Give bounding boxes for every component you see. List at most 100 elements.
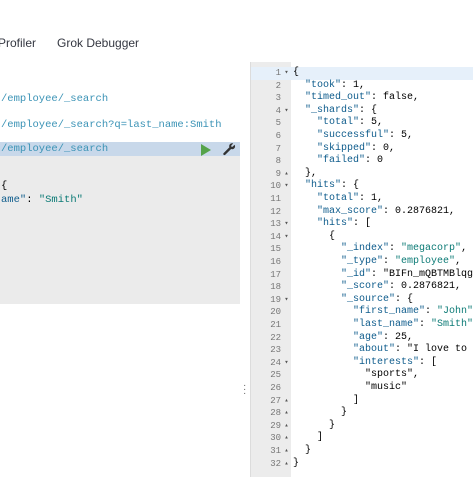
line-number: 12 [270, 206, 281, 217]
response-line: 11 "total": 1, [251, 193, 473, 206]
response-code-text: "hits": { [305, 180, 360, 192]
response-line: 1 ▾{ [251, 67, 473, 80]
response-code-text: "timed_out": false, [305, 92, 420, 104]
request-body-line-2: ame": "Smith" [1, 194, 83, 206]
selected-request-block [0, 142, 240, 304]
line-number: 25 [270, 370, 281, 381]
request-line-1[interactable]: /employee/_search [1, 93, 108, 105]
response-code-text: "sports", [293, 369, 420, 381]
response-code-text: "_shards": { [305, 104, 378, 116]
line-number: 2 [275, 80, 281, 91]
response-code-text: "music" [293, 382, 408, 393]
response-line: 31 ▴ } [251, 445, 473, 458]
drag-handle-icon[interactable]: · · · [243, 381, 246, 399]
response-code-text: "_id": "BIFn_mQBTMBlqg8 [341, 268, 473, 280]
fold-toggle-icon[interactable]: ▴ [282, 445, 291, 458]
fold-toggle-icon[interactable]: ▾ [282, 231, 291, 244]
response-code-text: "_score": 0.2876821, [341, 281, 462, 293]
line-number: 11 [270, 194, 281, 204]
line-number: 18 [270, 282, 281, 293]
response-line: 8 "failed": 0 [251, 155, 473, 168]
panel-divider[interactable] [240, 62, 250, 477]
fold-toggle-icon[interactable]: ▴ [282, 168, 291, 181]
fold-toggle-icon[interactable]: ▴ [282, 395, 291, 408]
body-colon: : [26, 194, 39, 206]
response-code-text: } [293, 407, 348, 419]
wrench-icon[interactable] [222, 142, 236, 156]
fold-toggle-icon[interactable]: ▴ [282, 432, 291, 445]
request-body-line-1: { [1, 180, 7, 192]
response-code-text: } [293, 457, 300, 469]
tab-grok-debugger[interactable]: Grok Debugger [57, 36, 139, 50]
fold-toggle-icon[interactable]: ▾ [282, 294, 291, 307]
line-number: 15 [270, 244, 281, 255]
request-line-2[interactable]: /employee/_search?q=last_name:Smith [1, 119, 222, 131]
line-number: 9 [275, 168, 281, 179]
response-code-text: "failed": 0 [317, 155, 384, 167]
response-line: 25 "sports", [251, 369, 473, 382]
line-number: 26 [270, 383, 281, 393]
response-line: 16 "_type": "employee", [251, 256, 473, 269]
response-code-text: } [293, 419, 336, 431]
body-key: ame" [1, 194, 27, 206]
line-number: 14 [270, 231, 281, 242]
fold-toggle-icon[interactable]: ▴ [282, 458, 291, 471]
response-code-text: "_type": "employee", [341, 256, 462, 267]
line-number: 8 [275, 156, 281, 167]
response-line: 29 ▴ } [251, 420, 473, 433]
line-number: 7 [275, 143, 281, 154]
line-number: 3 [275, 93, 281, 104]
response-line: 30 ▴ ] [251, 432, 473, 445]
response-code-text: "skipped": 0, [317, 142, 396, 154]
fold-toggle-icon[interactable]: ▾ [282, 105, 291, 118]
response-code-text: "took": 1, [305, 79, 366, 91]
response-code-text: "last_name": "Smith", [353, 319, 473, 330]
line-number: 16 [270, 257, 281, 267]
line-number: 32 [270, 458, 281, 469]
tab-profiler[interactable]: Profiler [0, 36, 36, 50]
request-line-3[interactable]: /employee/_search [1, 143, 108, 155]
fold-toggle-icon[interactable]: ▾ [282, 180, 291, 193]
body-value: "Smith" [38, 194, 83, 206]
line-number: 22 [270, 332, 281, 343]
response-line: 9 ▴ }, [251, 168, 473, 181]
line-number: 5 [275, 118, 281, 129]
response-line: 19 ▾ "_source": { [251, 294, 473, 307]
fold-toggle-icon[interactable]: ▾ [282, 218, 291, 231]
response-panel[interactable]: 1 ▾{2 "took": 1, 3 "timed_out": false, 4 ▾ "… [251, 62, 473, 477]
fold-toggle-icon[interactable]: ▾ [282, 357, 291, 370]
response-line: 7 "skipped": 0, [251, 143, 473, 156]
line-number: 23 [270, 345, 281, 356]
line-number: 29 [270, 420, 281, 431]
response-line: 13 ▾ "hits": [ [251, 218, 473, 231]
line-number: 10 [270, 181, 281, 192]
line-number: 13 [270, 219, 281, 230]
response-line: 27 ▴ ] [251, 395, 473, 408]
top-tab-bar: Profiler Grok Debugger [0, 0, 473, 63]
response-line: 3 "timed_out": false, [251, 92, 473, 105]
line-number: 27 [270, 395, 281, 406]
play-icon[interactable] [201, 144, 211, 156]
response-code-text: }, [293, 167, 318, 179]
response-line: 15 "_index": "megacorp", [251, 243, 473, 256]
fold-toggle-icon[interactable]: ▴ [282, 407, 291, 420]
line-number: 30 [270, 433, 281, 444]
line-number: 1 [275, 68, 281, 78]
response-code-text: "interests": [ [353, 356, 438, 368]
response-line: 18 "_score": 0.2876821, [251, 281, 473, 294]
response-code-text: "successful": 5, [317, 130, 414, 141]
response-line: 2 "took": 1, [251, 80, 473, 93]
response-line: 28 ▴ } [251, 407, 473, 420]
response-code-text: { [293, 230, 336, 242]
response-line: 24 ▾ "interests": [ [251, 357, 473, 370]
response-line: 12 "max_score": 0.2876821, [251, 206, 473, 219]
response-line: 14 ▾ { [251, 231, 473, 244]
request-editor-panel[interactable]: /employee/_search /employee/_search?q=la… [0, 62, 240, 477]
fold-toggle-icon[interactable]: ▾ [282, 67, 291, 80]
response-line: 21 "last_name": "Smith", [251, 319, 473, 332]
fold-toggle-icon[interactable]: ▴ [282, 420, 291, 433]
response-code-text: "_index": "megacorp", [341, 243, 468, 255]
response-code-text: ] [293, 432, 324, 444]
response-line: 17 "_id": "BIFn_mQBTMBlqg8 [251, 269, 473, 282]
response-code-text: "_source": { [341, 293, 414, 305]
